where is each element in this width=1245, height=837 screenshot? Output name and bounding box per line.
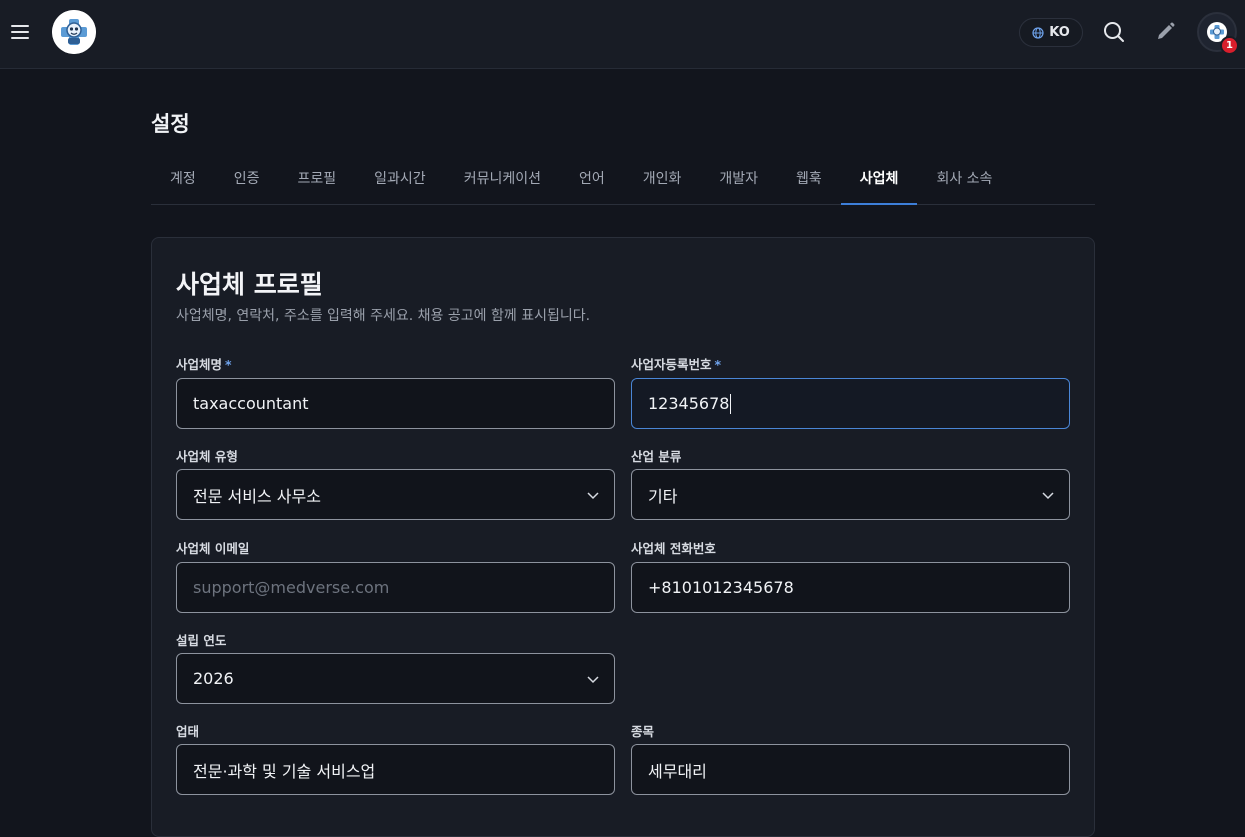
business-category-label: 업태: [176, 724, 200, 739]
founded-year-select[interactable]: 2026: [176, 653, 615, 704]
business-item-value: 세무대리: [648, 761, 707, 781]
page-title: 설정: [151, 112, 190, 136]
business-name-label: 사업체명 *: [176, 357, 232, 372]
registration-number-input[interactable]: 12345678: [631, 378, 1070, 429]
tab-webhooks[interactable]: 웹훅: [777, 152, 841, 204]
text-cursor: [730, 393, 732, 414]
tab-working-hours[interactable]: 일과시간: [355, 152, 445, 204]
search-icon: [1104, 22, 1124, 42]
email-label: 사업체 이메일: [176, 541, 250, 556]
business-name-value: taxaccountant: [193, 394, 309, 413]
email-placeholder: support@medverse.com: [193, 578, 390, 597]
card-title: 사업체 프로필: [176, 270, 323, 299]
tab-authentication[interactable]: 인증: [215, 152, 279, 204]
search-button[interactable]: [1100, 18, 1128, 46]
business-profile-card: 사업체 프로필 사업체명, 연락처, 주소를 입력해 주세요. 채용 공고에 함…: [151, 237, 1095, 837]
industry-select[interactable]: 기타: [631, 469, 1070, 520]
business-category-input[interactable]: 전문·과학 및 기술 서비스업: [176, 744, 615, 795]
chevron-down-icon: [587, 675, 599, 683]
chevron-down-icon: [587, 491, 599, 499]
tab-business[interactable]: 사업체: [840, 152, 918, 205]
registration-number-value: 12345678: [648, 394, 730, 413]
tab-developer[interactable]: 개발자: [700, 152, 777, 204]
phone-label: 사업체 전화번호: [631, 541, 716, 556]
email-input[interactable]: support@medverse.com: [176, 562, 615, 613]
tab-company-affiliation[interactable]: 회사 소속: [917, 152, 1011, 204]
phone-input[interactable]: +8101012345678: [631, 562, 1070, 613]
registration-number-label: 사업자등록번호 *: [631, 357, 722, 372]
settings-tabs: 계정 인증 프로필 일과시간 커뮤니케이션 언어 개인화 개발자 웹훅 사업체 …: [151, 152, 1095, 205]
edit-button[interactable]: [1151, 18, 1179, 46]
globe-icon: [1032, 26, 1044, 39]
founded-year-label: 설립 연도: [176, 633, 227, 648]
tab-personalization[interactable]: 개인화: [624, 152, 701, 204]
notification-badge: 1: [1220, 36, 1239, 55]
industry-label: 산업 분류: [631, 449, 682, 464]
card-description: 사업체명, 연락처, 주소를 입력해 주세요. 채용 공고에 함께 표시됩니다.: [176, 308, 591, 324]
required-marker: *: [714, 357, 722, 372]
business-item-input[interactable]: 세무대리: [631, 744, 1070, 795]
top-bar: KO 1: [0, 0, 1245, 69]
language-selector[interactable]: KO: [1019, 18, 1083, 47]
required-marker: *: [225, 357, 232, 372]
language-label: KO: [1049, 25, 1070, 40]
business-item-label: 종목: [631, 724, 655, 739]
business-category-value: 전문·과학 및 기술 서비스업: [193, 761, 376, 781]
pencil-icon: [1158, 22, 1175, 39]
business-type-label: 사업체 유형: [176, 449, 238, 464]
business-name-input[interactable]: taxaccountant: [176, 378, 615, 429]
chevron-down-icon: [1042, 491, 1054, 499]
tab-account[interactable]: 계정: [151, 152, 215, 204]
tab-communication[interactable]: 커뮤니케이션: [445, 152, 560, 204]
user-avatar-button[interactable]: 1: [1197, 12, 1239, 55]
business-type-value: 전문 서비스 사무소: [193, 486, 321, 506]
business-type-select[interactable]: 전문 서비스 사무소: [176, 469, 615, 520]
app-logo[interactable]: [52, 10, 96, 54]
founded-year-value: 2026: [193, 669, 234, 688]
tab-profile[interactable]: 프로필: [279, 152, 356, 204]
industry-value: 기타: [648, 486, 678, 506]
tab-language[interactable]: 언어: [560, 152, 624, 204]
menu-button[interactable]: [8, 20, 32, 44]
medical-mascot-logo-icon: [52, 10, 96, 54]
phone-value: +8101012345678: [648, 578, 794, 597]
